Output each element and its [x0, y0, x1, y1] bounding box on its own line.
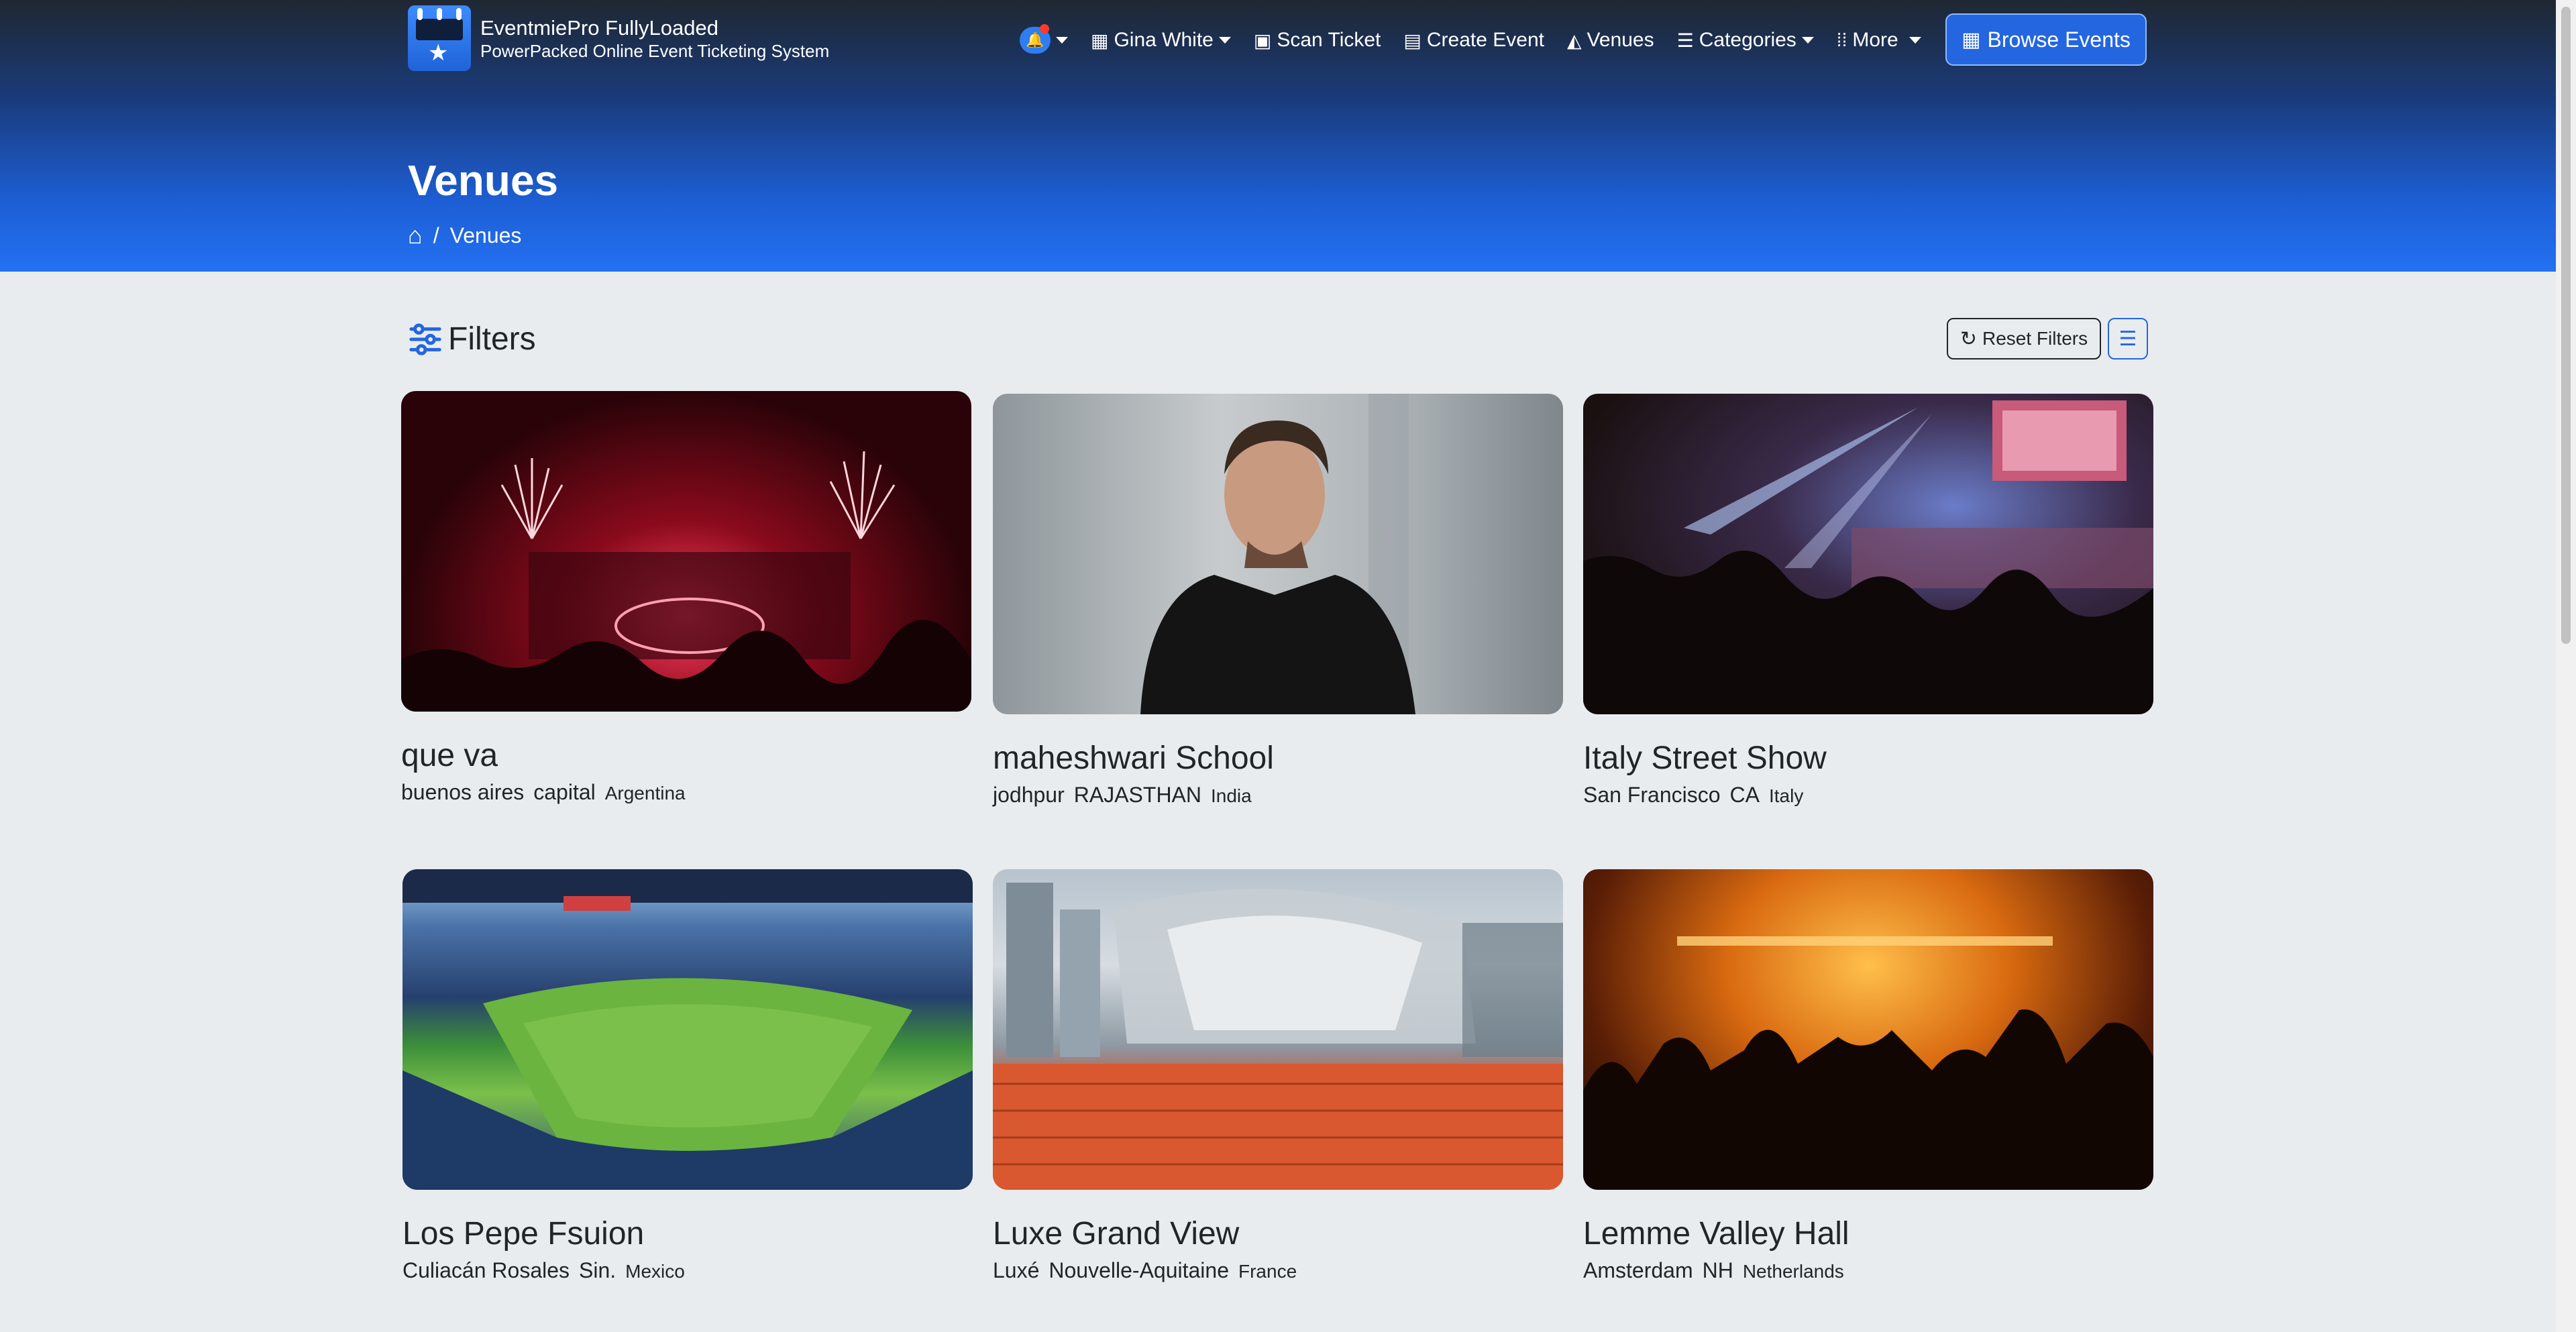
brand-title: EventmiePro FullyLoaded [480, 16, 718, 40]
venue-location: Luxé Nouvelle-Aquitaine France [993, 1258, 1563, 1283]
venue-state: RAJASTHAN [1073, 783, 1201, 807]
venue-name[interactable]: Los Pepe Fsuion [402, 1215, 973, 1253]
venue-city: Luxé [993, 1258, 1040, 1282]
create-event-label: Create Event [1426, 29, 1544, 51]
chevron-down-icon [1801, 37, 1814, 44]
chevron-down-icon [1909, 37, 1921, 44]
building-icon: ▦ [1091, 30, 1109, 51]
venue-city: Amsterdam [1583, 1258, 1693, 1282]
venue-state: Sin. [579, 1258, 616, 1282]
venue-location: San Francisco CA Italy [1583, 783, 2153, 808]
grip-icon: ⁞⁞ [1836, 30, 1847, 50]
map-icon: ◭ [1566, 30, 1582, 51]
brand-subtitle: PowerPacked Online Event Ticketing Syste… [480, 41, 830, 61]
calendar-icon: ▦ [1962, 28, 1981, 51]
venue-image[interactable] [1583, 869, 2153, 1190]
qrcode-icon: ▣ [1253, 30, 1272, 51]
venue-country: Argentina [604, 783, 686, 803]
venue-location: Culiacán Rosales Sin. Mexico [402, 1258, 973, 1283]
more-label: More [1852, 29, 1898, 51]
venue-location: jodhpur RAJASTHAN India [993, 783, 1563, 808]
list-icon: ☰ [1676, 30, 1694, 51]
venue-image[interactable] [993, 394, 1563, 714]
user-menu[interactable]: ▦ Gina White [1091, 29, 1231, 52]
sliders-icon [409, 323, 441, 355]
venue-name[interactable]: que va [401, 737, 971, 775]
page-title: Venues [408, 156, 559, 205]
brand-logo: ★ [408, 5, 471, 71]
venue-image[interactable] [993, 869, 1563, 1190]
venue-state: CA [1729, 783, 1760, 807]
venue-country: India [1211, 785, 1252, 806]
breadcrumb-current: Venues [449, 223, 522, 247]
categories-menu[interactable]: ☰ Categories [1677, 29, 1814, 52]
venue-country: Italy [1768, 785, 1804, 806]
user-name: Gina White [1114, 29, 1214, 51]
venue-name[interactable]: Italy Street Show [1583, 740, 2153, 777]
reset-filters-button[interactable]: ↻ Reset Filters [1947, 318, 2101, 359]
venue-state: capital [533, 780, 596, 804]
venue-location: Amsterdam NH Netherlands [1583, 1258, 2153, 1283]
page-scrollbar[interactable] [2556, 0, 2576, 1332]
browse-events-label: Browse Events [1987, 27, 2131, 52]
home-icon[interactable]: ⌂ [408, 221, 423, 249]
venue-city: buenos aires [401, 780, 525, 804]
reset-filters-label: Reset Filters [1982, 328, 2088, 349]
browse-events-button[interactable]: ▦ Browse Events [1945, 13, 2147, 66]
chevron-down-icon [1218, 37, 1231, 44]
venues-label: Venues [1587, 29, 1654, 51]
breadcrumb: ⌂ / Venues [408, 221, 521, 249]
venue-city: Culiacán Rosales [402, 1258, 570, 1282]
notifications-menu[interactable]: 🔔 [1020, 24, 1068, 54]
list-icon: ☰ [2118, 327, 2137, 350]
venue-state: Nouvelle-Aquitaine [1049, 1258, 1229, 1282]
venue-city: San Francisco [1583, 783, 1721, 807]
venue-country: Netherlands [1742, 1261, 1844, 1282]
filters-label: Filters [448, 321, 536, 357]
venue-city: jodhpur [993, 783, 1065, 807]
venue-name[interactable]: maheshwari School [993, 740, 1563, 777]
venue-card[interactable]: Los Pepe Fsuion Culiacán Rosales Sin. Me… [402, 869, 973, 1283]
brand[interactable]: ★ EventmiePro FullyLoaded PowerPacked On… [408, 5, 829, 71]
refresh-icon: ↻ [1960, 327, 1977, 350]
filters-toggle[interactable]: Filters [408, 321, 536, 357]
venue-card[interactable]: Italy Street Show San Francisco CA Italy [1583, 394, 2153, 808]
venue-card[interactable]: que va buenos aires capital Argentina [401, 391, 971, 805]
navbar: ★ EventmiePro FullyLoaded PowerPacked On… [402, 0, 2147, 79]
create-event-link[interactable]: ▤ Create Event [1403, 29, 1544, 52]
venue-name[interactable]: Luxe Grand View [993, 1215, 1563, 1253]
venue-image[interactable] [402, 869, 973, 1190]
categories-label: Categories [1699, 29, 1796, 51]
venues-link[interactable]: ◭ Venues [1567, 29, 1654, 52]
venue-card[interactable]: maheshwari School jodhpur RAJASTHAN Indi… [993, 394, 1563, 808]
scan-ticket-link[interactable]: ▣ Scan Ticket [1254, 29, 1381, 52]
scrollbar-thumb[interactable] [2561, 7, 2571, 644]
venue-state: NH [1702, 1258, 1733, 1282]
venue-card[interactable]: Lemme Valley Hall Amsterdam NH Netherlan… [1583, 869, 2153, 1283]
bell-icon: 🔔 [1020, 24, 1051, 54]
venue-country: France [1238, 1261, 1297, 1282]
venue-image[interactable] [1583, 394, 2153, 714]
more-menu[interactable]: ⁞⁞ More [1837, 29, 1921, 52]
venue-location: buenos aires capital Argentina [401, 780, 971, 805]
venue-card[interactable]: Luxe Grand View Luxé Nouvelle-Aquitaine … [993, 869, 1563, 1283]
breadcrumb-separator: / [433, 223, 439, 247]
venue-country: Mexico [625, 1261, 685, 1282]
chevron-down-icon [1056, 37, 1068, 44]
list-view-button[interactable]: ☰ [2108, 318, 2148, 359]
scan-ticket-label: Scan Ticket [1277, 29, 1381, 51]
notification-dot [1040, 24, 1049, 34]
calendar-plus-icon: ▤ [1403, 30, 1421, 51]
venue-name[interactable]: Lemme Valley Hall [1583, 1215, 2153, 1253]
venue-image[interactable] [401, 391, 971, 712]
